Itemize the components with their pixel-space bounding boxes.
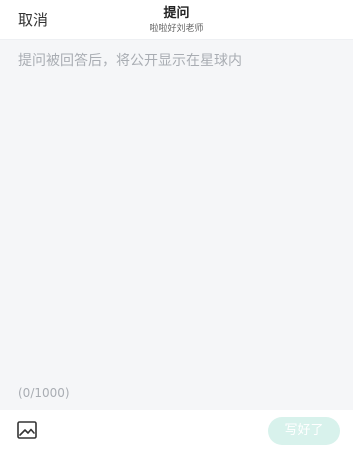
char-counter: (0/1000) [18,386,70,400]
question-input[interactable] [18,50,336,370]
submit-button[interactable]: 写好了 [268,417,340,445]
page-title: 提问 [163,6,190,21]
image-icon[interactable] [16,420,38,440]
top-bar: 取消 提问 啦啦好刘老师 [0,0,353,40]
title-block: 提问 啦啦好刘老师 [0,6,353,35]
question-editor: (0/1000) [0,40,353,410]
page-subtitle: 啦啦好刘老师 [149,24,204,34]
bottom-toolbar: 写好了 [0,410,353,450]
